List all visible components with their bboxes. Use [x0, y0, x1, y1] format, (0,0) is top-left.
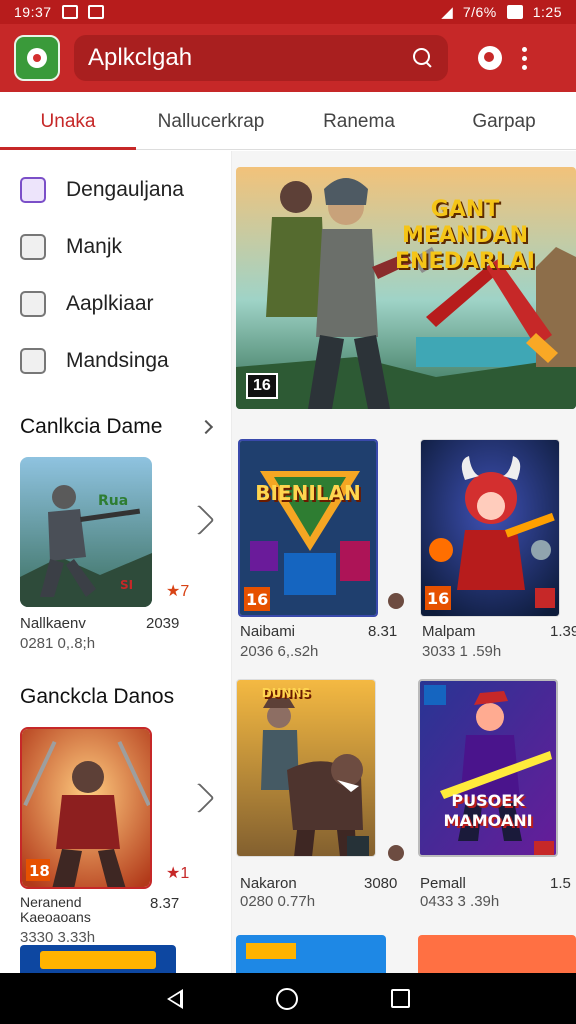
speed-icon	[20, 290, 46, 317]
tab-nallucerkrap[interactable]: Nallucerkrap	[136, 92, 286, 150]
game-tile-title: BIENILAN	[255, 481, 361, 505]
game-title: Nakaron	[240, 875, 297, 892]
sidebar-item-manjk[interactable]: Manjk	[0, 218, 231, 275]
edit-icon	[20, 176, 46, 203]
sidebar-item-dengauljana[interactable]: Dengauljana	[0, 161, 231, 218]
card-size: 8.37	[150, 895, 180, 912]
rating-star-icon: ★7	[166, 583, 190, 600]
card-size: 2039	[146, 615, 180, 632]
game-meta: 3033 1 .59h	[422, 643, 502, 660]
recent-apps-icon[interactable]	[390, 989, 410, 1008]
more-options-icon[interactable]	[388, 845, 404, 861]
card-title: Neranend Kaeoaoans	[20, 894, 91, 925]
tab-ranema[interactable]: Ranema	[286, 92, 432, 150]
card-meta: 0281 0,.8;h	[20, 635, 96, 652]
game-meta: 0280 0.77h	[240, 893, 316, 910]
game-size: 3080	[364, 875, 398, 892]
system-navbar	[0, 973, 576, 1024]
game-size: 1.5	[550, 875, 571, 892]
more-options-icon[interactable]	[388, 593, 404, 609]
card-rating: 1	[180, 865, 190, 882]
featured-banner[interactable]: GANT MEANDAN ENEDARLAI 16	[236, 167, 576, 409]
thumbnail-badge-text: SI	[120, 578, 133, 592]
sidebar-item-mandsinga[interactable]: Mandsinga	[0, 332, 231, 389]
card-title: Nallkaenv	[20, 615, 86, 632]
banner-title: GANT MEANDAN ENEDARLAI	[395, 197, 535, 274]
signal-icon: ◢	[441, 4, 453, 21]
home-icon[interactable]	[275, 987, 298, 1010]
status-clock: 1:25	[532, 4, 562, 20]
game-tile-pemall[interactable]: PUSOEK MAMOANI	[418, 679, 558, 857]
status-right-text: 7/6%	[462, 4, 497, 20]
back-icon[interactable]	[166, 988, 183, 1009]
game-size: 8.31	[368, 623, 398, 640]
section-title-canlkcia[interactable]: Canlkcia Dame	[0, 407, 231, 447]
game-thumbnail[interactable]: 18	[20, 727, 152, 889]
notification-icon	[61, 5, 78, 19]
sidebar-card-2[interactable]: 18 ★1 Neranend Kaeoaoans 8.37 3330 3.33h	[0, 717, 231, 977]
sidebar-item-label: Dengauljana	[66, 177, 184, 201]
tab-bar: Unaka Nallucerkrap Ranema Garpap	[0, 92, 576, 150]
section-title-text: Canlkcia Dame	[20, 415, 163, 438]
game-tile-nakaron[interactable]: DUNNS	[236, 679, 376, 857]
sidebar: Dengauljana Manjk Aaplkiaar Mandsinga Ca…	[0, 151, 232, 973]
game-title: Naibami	[240, 623, 296, 640]
chevron-right-icon[interactable]	[198, 419, 214, 435]
search-action-icon[interactable]	[478, 46, 502, 70]
game-thumbnail-partial[interactable]	[20, 945, 176, 973]
chart-icon	[20, 233, 46, 260]
card-rating: 7	[180, 583, 190, 600]
battery-icon	[506, 5, 523, 19]
sidebar-item-label: Manjk	[66, 234, 123, 258]
media-icon	[87, 5, 104, 19]
search-text: Aplkclgah	[88, 44, 193, 71]
tab-garpap[interactable]: Garpap	[432, 92, 576, 150]
app-bar: Aplkclgah	[0, 24, 576, 92]
game-title: Pemall	[420, 875, 466, 892]
card-meta: 3330 3.33h	[20, 929, 96, 946]
sidebar-item-label: Mandsinga	[66, 348, 169, 372]
game-tile-partial[interactable]	[236, 935, 386, 973]
app-logo-icon[interactable]	[14, 35, 60, 81]
status-time: 19:37	[14, 4, 52, 20]
banner-age-badge: 16	[246, 373, 278, 399]
game-tile-partial[interactable]	[418, 935, 576, 973]
game-age-badge: 16	[246, 590, 268, 609]
rating-star-icon: ★1	[166, 865, 190, 882]
game-meta: 2036 6,.s2h	[240, 643, 319, 660]
game-age-badge: 16	[427, 589, 449, 608]
tab-unaka[interactable]: Unaka	[0, 92, 136, 150]
search-icon[interactable]	[412, 47, 434, 69]
svg-text:Rua: Rua	[98, 493, 128, 509]
more-menu-icon[interactable]	[522, 46, 527, 70]
status-bar: 19:37 ◢ 7/6% 1:25	[0, 0, 576, 24]
sidebar-item-aaplkiaar[interactable]: Aaplkiaar	[0, 275, 231, 332]
game-tile-naibami[interactable]: 16 BIENILAN	[238, 439, 378, 617]
game-meta: 0433 3 .39h	[420, 893, 500, 910]
section-title-text: Ganckcla Danos	[20, 685, 175, 708]
gauge-icon	[20, 347, 46, 374]
game-tile-title: PUSOEK MAMOANI	[443, 791, 533, 830]
game-tile-title: DUNNS	[261, 686, 311, 700]
main-content: GANT MEANDAN ENEDARLAI 16 16 BIENILAN Na…	[232, 151, 576, 973]
game-title: Malpam	[422, 623, 476, 640]
section-title-ganckcla[interactable]: Ganckcla Danos	[0, 677, 231, 717]
share-icon[interactable]	[183, 504, 215, 536]
sidebar-item-label: Aaplkiaar	[66, 291, 154, 315]
sidebar-card-1[interactable]: Rua SI ★7 Nallkaenv 2039 0281 0,.8;h	[0, 447, 231, 677]
share-icon[interactable]	[183, 782, 215, 814]
game-thumbnail[interactable]: Rua SI	[20, 457, 152, 607]
game-age-badge: 18	[29, 862, 50, 880]
search-input[interactable]: Aplkclgah	[74, 35, 448, 81]
game-size: 1.39	[550, 623, 576, 640]
game-tile-malpam[interactable]: 16	[420, 439, 560, 617]
